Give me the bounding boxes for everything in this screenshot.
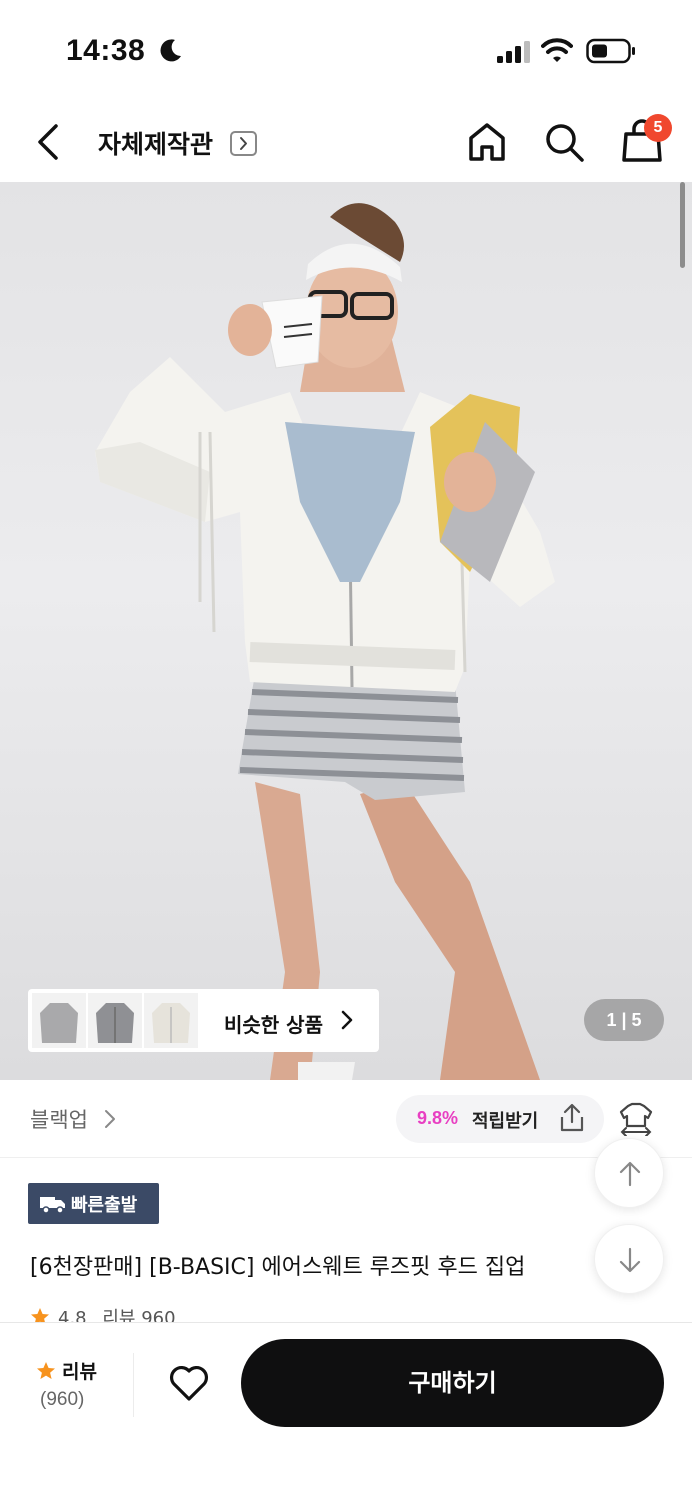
similar-products-label: 비슷한 상품: [224, 1013, 323, 1037]
points-label: 적립받기: [472, 1111, 539, 1132]
arrow-down-icon: [619, 1247, 641, 1273]
battery-icon: [586, 38, 635, 64]
grey-zip-hoodie-thumbnail: [88, 993, 142, 1048]
wifi-icon: [541, 38, 573, 62]
chevron-right-icon: [105, 1110, 115, 1128]
home-icon[interactable]: [466, 120, 508, 164]
review-label-row: 리뷰: [36, 1357, 97, 1384]
product-photo-model: [95, 203, 555, 1080]
top-nav-bar: 자체제작관: [0, 100, 692, 182]
arrow-up-icon: [619, 1161, 641, 1187]
store-link-button[interactable]: [230, 131, 257, 156]
brand-row: 블랙업 9.8% 적립받기: [0, 1080, 692, 1158]
status-bar: 14:38: [0, 0, 692, 100]
moon-icon: [160, 39, 181, 62]
review-label: 리뷰: [62, 1361, 97, 1383]
status-time: 14:38: [66, 34, 146, 67]
product-title: [6천장판매] [B-BASIC] 에어스웨트 루즈핏 후드 집업: [30, 1255, 526, 1280]
product-image-carousel[interactable]: [0, 182, 692, 1080]
share-icon[interactable]: [558, 1103, 586, 1133]
star-icon: [37, 1362, 55, 1379]
heart-icon[interactable]: [168, 1363, 210, 1403]
brand-link[interactable]: 블랙업: [30, 1104, 88, 1134]
review-count: (960): [40, 1389, 85, 1410]
buy-button[interactable]: 구매하기: [241, 1339, 664, 1427]
points-rate: 9.8%: [417, 1108, 459, 1128]
store-title[interactable]: 자체제작관: [98, 125, 213, 161]
scroll-up-button[interactable]: [594, 1138, 664, 1208]
similar-products-button[interactable]: 비슷한 상품: [28, 989, 379, 1052]
grey-hoodie-thumbnail: [32, 993, 86, 1048]
review-button[interactable]: 리뷰 (960): [0, 1353, 134, 1417]
scroll-down-button[interactable]: [594, 1224, 664, 1294]
image-pager: 1 | 5: [584, 999, 664, 1041]
ivory-zip-hoodie-thumbnail: [144, 993, 198, 1048]
back-arrow-icon[interactable]: [30, 120, 70, 164]
cellular-signal-icon: [497, 41, 530, 63]
delivery-truck-icon: [40, 1197, 65, 1214]
search-icon[interactable]: [542, 120, 586, 164]
chevron-right-icon: [240, 137, 247, 150]
scroll-indicator: [680, 182, 685, 268]
fit-compare-icon[interactable]: [618, 1102, 654, 1136]
cart-count-badge: 5: [644, 114, 672, 142]
fast-shipping-label: 빠른출발: [71, 1195, 138, 1216]
fast-shipping-badge: 빠른출발: [28, 1183, 159, 1224]
striped-shorts: [238, 674, 465, 800]
chevron-right-icon: [341, 1010, 353, 1030]
bottom-action-bar: 리뷰 (960) 구매하기: [0, 1322, 692, 1500]
